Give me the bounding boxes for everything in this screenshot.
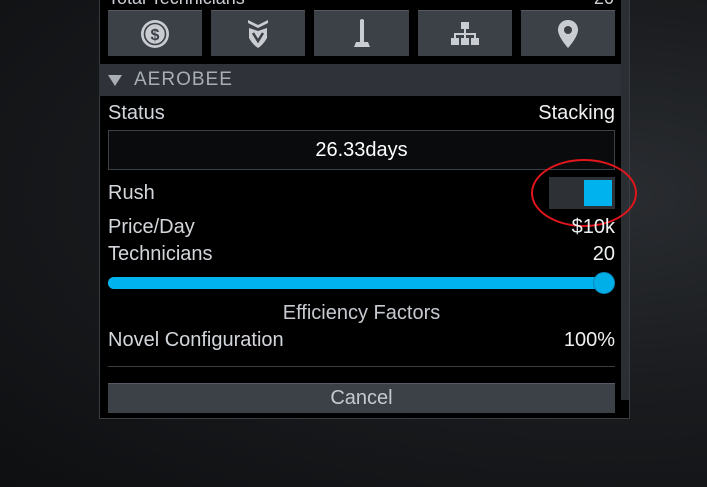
dollar-coin-icon: $ bbox=[141, 19, 170, 48]
rush-row: Rush bbox=[108, 180, 615, 206]
novel-configuration-label: Novel Configuration bbox=[108, 329, 284, 351]
personnel-button[interactable] bbox=[211, 10, 306, 56]
slider-thumb[interactable] bbox=[593, 272, 615, 294]
build-queue-panel bbox=[99, 0, 630, 419]
vessels-button[interactable] bbox=[314, 10, 409, 56]
total-technicians-label: Total Technicians bbox=[108, 0, 245, 8]
price-label: Price/Day bbox=[108, 216, 195, 238]
rocket-icon bbox=[353, 18, 370, 47]
rush-toggle[interactable] bbox=[549, 177, 615, 209]
technicians-row: Technicians 20 bbox=[108, 241, 615, 267]
total-technicians-value: 20 bbox=[594, 0, 614, 9]
map-pin-icon bbox=[557, 19, 578, 48]
efficiency-factors-heading: Efficiency Factors bbox=[282, 302, 441, 324]
hierarchy-icon bbox=[450, 21, 479, 45]
section-title: AEROBEE bbox=[134, 69, 233, 90]
locations-button[interactable] bbox=[520, 10, 616, 56]
novel-configuration-row: Novel Configuration 100% bbox=[108, 327, 615, 353]
divider bbox=[108, 366, 615, 367]
panel-scrollbar[interactable] bbox=[621, 0, 629, 400]
technicians-slider[interactable] bbox=[108, 272, 615, 294]
total-technicians-row: Total Technicians 20 bbox=[108, 0, 614, 9]
time-remaining-display: 26.33days bbox=[108, 130, 615, 170]
svg-text:$: $ bbox=[151, 27, 160, 44]
icon-toolbar: $ bbox=[108, 10, 616, 56]
tech-tree-button[interactable] bbox=[417, 10, 512, 56]
cancel-button[interactable]: Cancel bbox=[108, 383, 615, 413]
novel-configuration-value: 100% bbox=[563, 329, 615, 351]
collapse-triangle-icon[interactable] bbox=[108, 74, 122, 86]
budget-button[interactable]: $ bbox=[108, 10, 203, 56]
time-remaining-value: 26.33days bbox=[315, 138, 408, 161]
aerobee-section-header[interactable]: AEROBEE bbox=[99, 64, 621, 96]
technicians-label: Technicians bbox=[108, 243, 213, 265]
status-label: Status bbox=[108, 102, 165, 124]
status-value: Stacking bbox=[538, 102, 615, 124]
price-value: $10k bbox=[571, 216, 615, 238]
status-row: Status Stacking bbox=[108, 100, 615, 126]
technicians-value: 20 bbox=[592, 243, 615, 265]
rush-toggle-knob[interactable] bbox=[584, 180, 612, 206]
price-row: Price/Day $10k bbox=[108, 214, 615, 240]
slider-fill bbox=[108, 277, 604, 289]
rush-label: Rush bbox=[108, 182, 155, 204]
shield-chevron-icon bbox=[248, 19, 269, 48]
